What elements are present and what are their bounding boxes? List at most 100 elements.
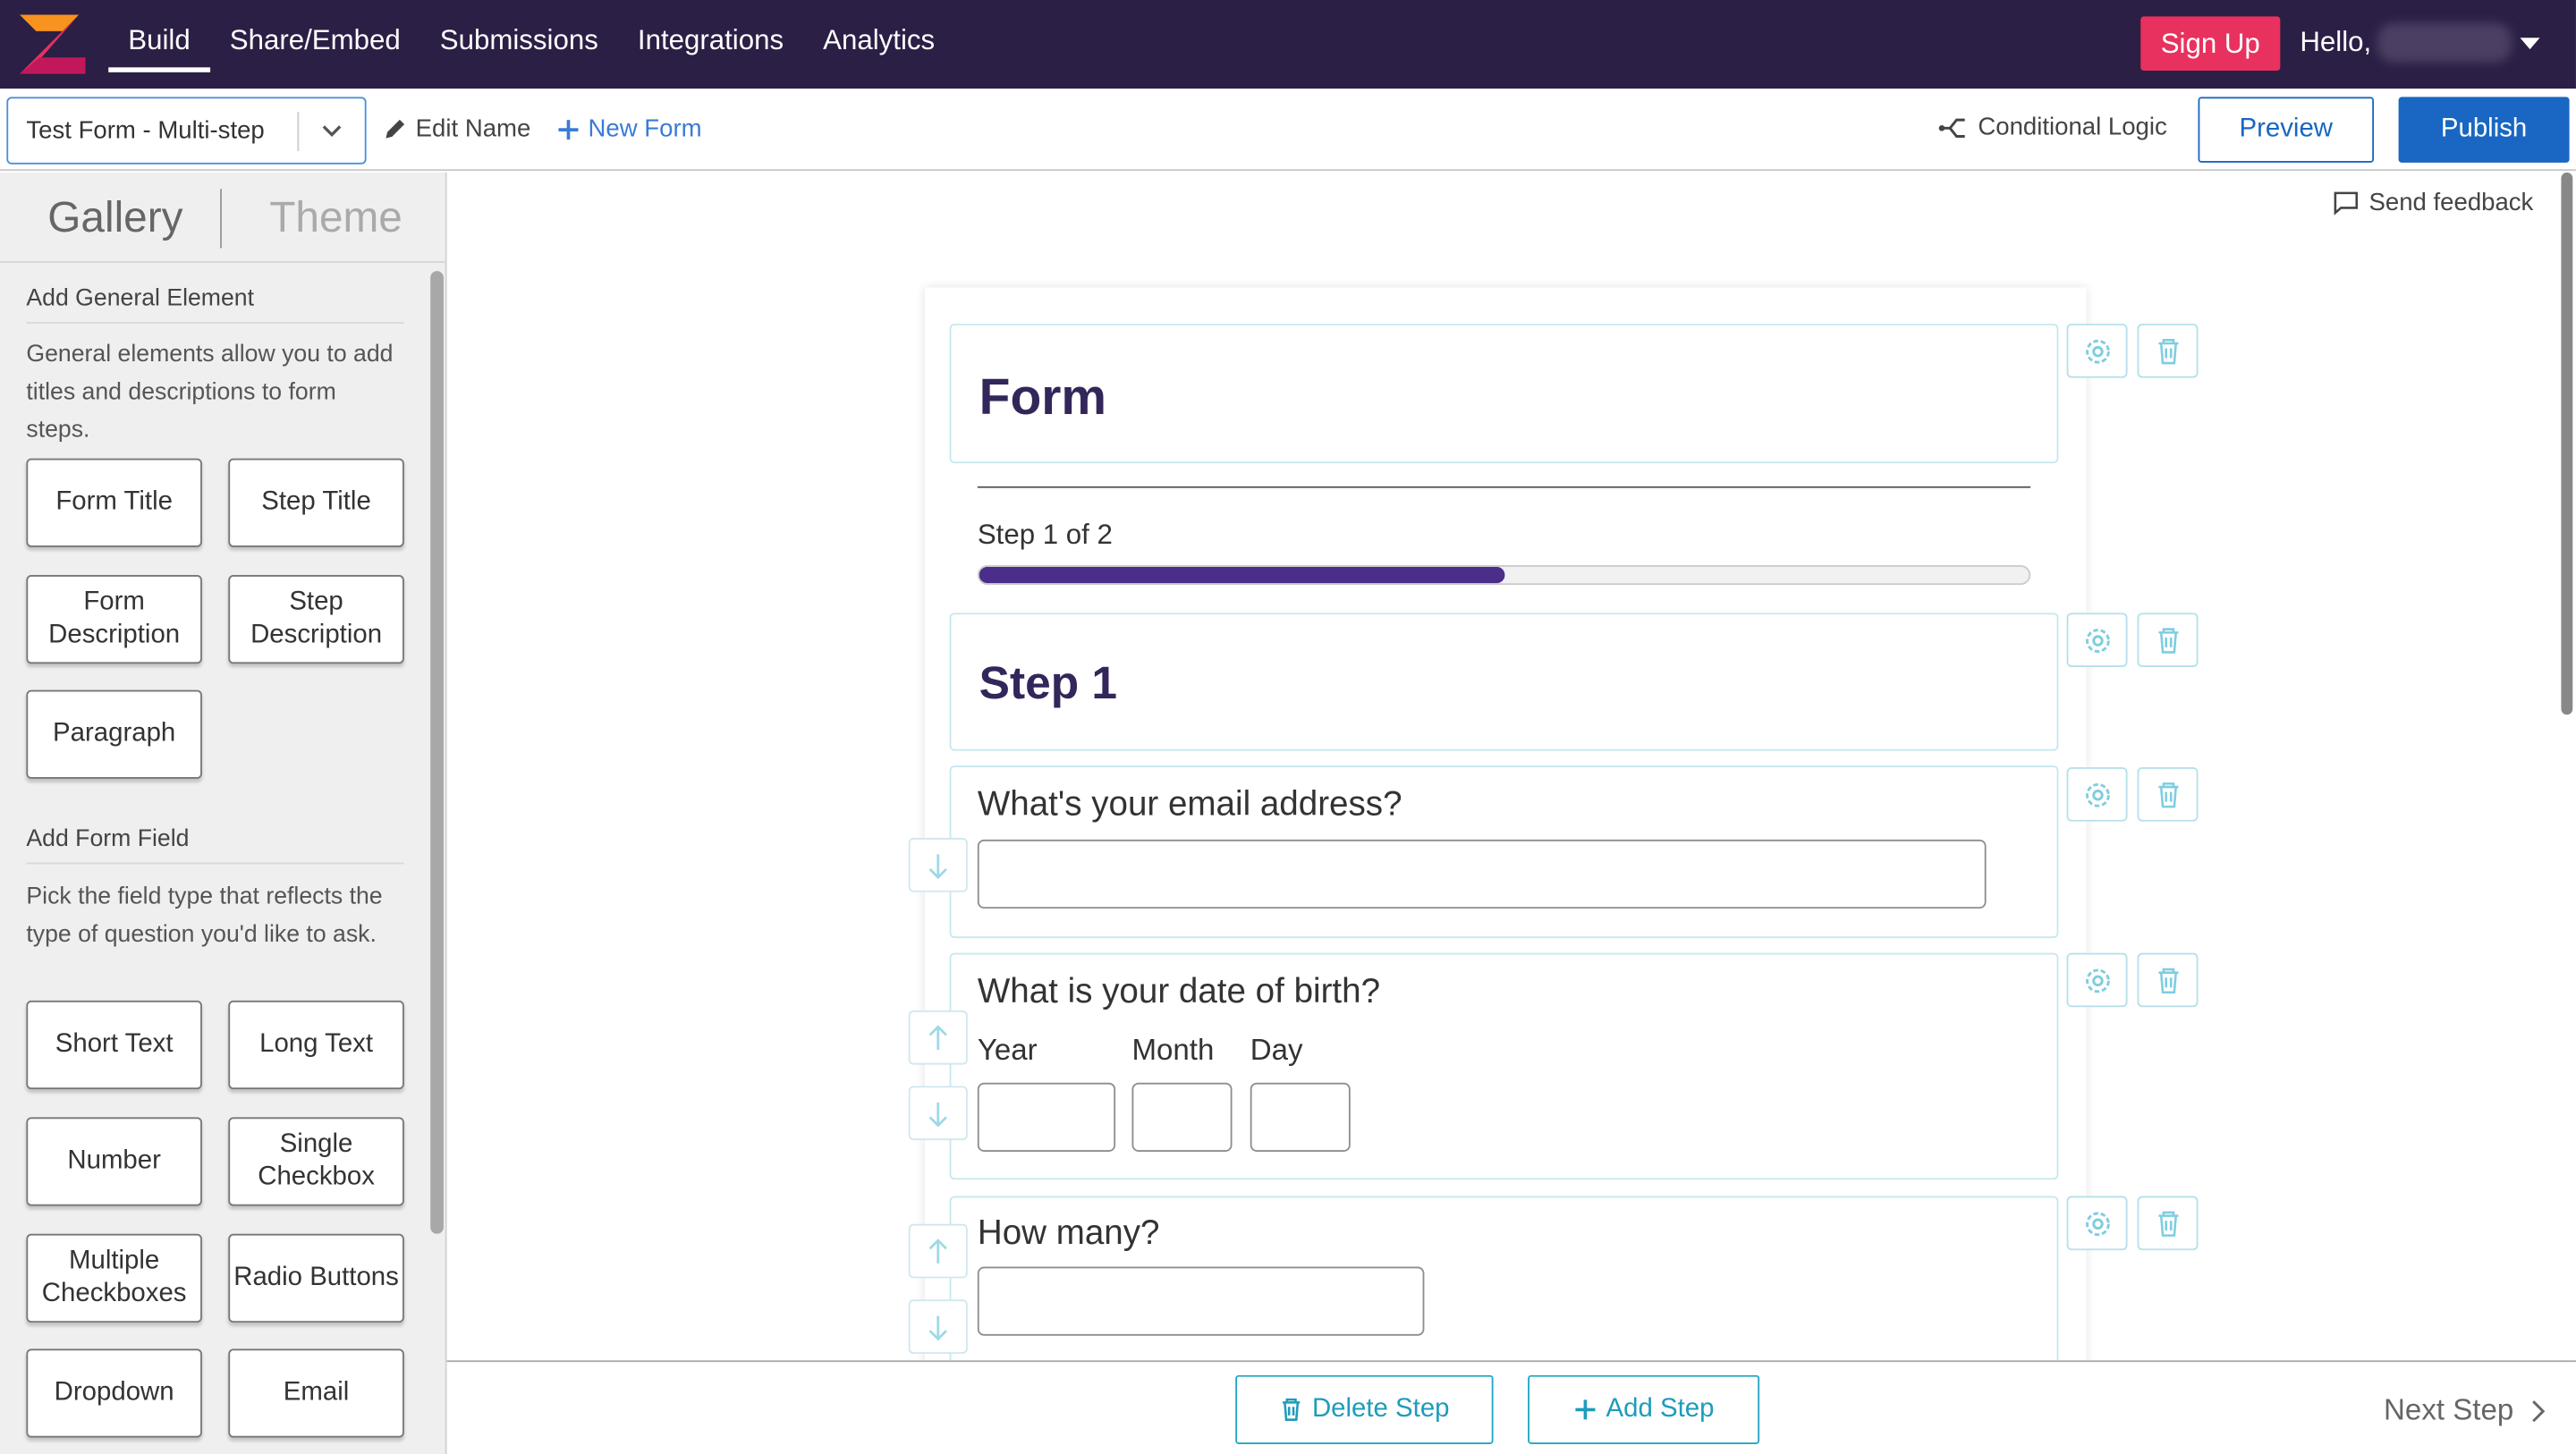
plus-icon — [558, 119, 579, 139]
add-form-description-button[interactable]: Form Description — [26, 575, 202, 664]
dob-move-up-button[interactable] — [908, 1010, 968, 1065]
arrow-up-icon — [928, 1024, 947, 1050]
dob-move-down-button[interactable] — [908, 1086, 968, 1141]
trash-icon — [2157, 1210, 2178, 1237]
email-field[interactable] — [977, 839, 1987, 909]
tab-theme[interactable]: Theme — [269, 192, 402, 243]
add-form-title-button[interactable]: Form Title — [26, 458, 202, 547]
canvas-scrollbar[interactable] — [2561, 172, 2573, 715]
add-paragraph-button[interactable]: Paragraph — [26, 689, 202, 779]
delete-step-button[interactable]: Delete Step — [1235, 1374, 1494, 1444]
gear-icon — [2085, 968, 2109, 993]
conditional-logic-button[interactable]: Conditional Logic — [1938, 114, 2167, 141]
form-title-settings-button[interactable] — [2066, 323, 2128, 378]
chevron-down-icon[interactable] — [318, 116, 344, 142]
question-block-dob[interactable]: What is your date of birth? Year Month D… — [949, 952, 2059, 1180]
trash-icon — [2157, 627, 2178, 653]
form-selector-divider — [297, 111, 300, 152]
month-label: Month — [1131, 1033, 1215, 1067]
form-title: Form — [979, 368, 1107, 426]
progress-bar — [977, 565, 2031, 586]
trash-icon — [2157, 967, 2178, 993]
arrow-down-icon — [928, 1315, 947, 1340]
add-short-text-button[interactable]: Short Text — [26, 1000, 202, 1090]
number-move-down-button[interactable] — [908, 1299, 968, 1354]
progress-divider — [977, 486, 2031, 488]
add-dropdown-button[interactable]: Dropdown — [26, 1348, 202, 1438]
tab-gallery[interactable]: Gallery — [47, 192, 182, 243]
gear-icon — [2085, 338, 2109, 363]
plus-icon — [1574, 1399, 1595, 1420]
general-section-title: Add General Element — [26, 286, 404, 324]
sidebar-scrollbar[interactable] — [430, 271, 444, 1234]
email-move-down-button[interactable] — [908, 838, 968, 892]
next-step-button[interactable]: Next Step — [2384, 1393, 2546, 1428]
year-label: Year — [977, 1033, 1038, 1067]
question-block-number[interactable]: How many? — [949, 1196, 2059, 1361]
pencil-icon — [386, 119, 405, 139]
add-long-text-button[interactable]: Long Text — [228, 1000, 404, 1090]
hello-label: Hello, — [2300, 26, 2372, 58]
new-form-button[interactable]: New Form — [557, 115, 702, 143]
step-title-delete-button[interactable] — [2137, 613, 2199, 667]
form-selector[interactable]: Test Form - Multi-step — [6, 97, 367, 165]
gear-icon — [2085, 782, 2109, 807]
main-nav: Build Share/Embed Submissions Integratio… — [108, 0, 954, 89]
nav-analytics[interactable]: Analytics — [803, 0, 954, 72]
add-email-button[interactable]: Email — [228, 1348, 404, 1438]
publish-button[interactable]: Publish — [2398, 97, 2570, 163]
form-title-block[interactable]: Form — [949, 323, 2059, 464]
add-step-title-button[interactable]: Step Title — [228, 458, 404, 547]
year-field[interactable] — [977, 1082, 1116, 1152]
email-question-settings-button[interactable] — [2066, 767, 2128, 822]
email-question-delete-button[interactable] — [2137, 767, 2199, 822]
nav-share-embed[interactable]: Share/Embed — [210, 0, 420, 72]
day-field[interactable] — [1250, 1082, 1351, 1152]
dob-question-settings-button[interactable] — [2066, 952, 2128, 1008]
add-step-label: Add Step — [1606, 1394, 1715, 1424]
number-move-up-button[interactable] — [908, 1223, 968, 1279]
form-canvas: Send feedback Form Step 1 of 2 Step 1 Wh… — [446, 172, 2576, 1361]
nav-submissions[interactable]: Submissions — [420, 0, 618, 72]
add-radio-buttons-button[interactable]: Radio Buttons — [228, 1233, 404, 1323]
trash-icon — [2157, 782, 2178, 807]
logo-icon[interactable] — [16, 8, 89, 80]
trash-icon — [1282, 1398, 1300, 1421]
number-field[interactable] — [977, 1266, 1425, 1336]
dob-question-delete-button[interactable] — [2137, 952, 2199, 1008]
next-step-label: Next Step — [2384, 1393, 2514, 1426]
question-block-email[interactable]: What's your email address? — [949, 765, 2059, 939]
progress-label: Step 1 of 2 — [977, 519, 1113, 551]
fields-section-description: Pick the field type that reflects the ty… — [26, 883, 383, 949]
step-title-settings-button[interactable] — [2066, 613, 2128, 667]
number-question-settings-button[interactable] — [2066, 1196, 2128, 1251]
month-field[interactable] — [1131, 1082, 1233, 1152]
gear-icon — [2085, 628, 2109, 653]
arrow-down-icon — [928, 1101, 947, 1127]
signup-button[interactable]: Sign Up — [2140, 16, 2281, 72]
sidebar-content: Add General Element General elements all… — [0, 265, 430, 1454]
send-feedback-label: Send feedback — [2368, 189, 2534, 217]
branch-icon — [1938, 117, 1965, 138]
add-step-button[interactable]: Add Step — [1528, 1374, 1760, 1444]
top-navbar: Build Share/Embed Submissions Integratio… — [0, 0, 2576, 89]
add-number-button[interactable]: Number — [26, 1117, 202, 1206]
step-title-block[interactable]: Step 1 — [949, 613, 2059, 751]
preview-button[interactable]: Preview — [2198, 97, 2375, 163]
question-label: How many? — [977, 1213, 1160, 1253]
nav-integrations[interactable]: Integrations — [618, 0, 803, 72]
caret-down-icon[interactable] — [2520, 38, 2540, 50]
add-single-checkbox-button[interactable]: Single Checkbox — [228, 1117, 404, 1206]
form-title-delete-button[interactable] — [2137, 323, 2199, 378]
number-question-delete-button[interactable] — [2137, 1196, 2199, 1251]
nav-build[interactable]: Build — [108, 0, 210, 72]
comment-icon — [2334, 191, 2359, 216]
add-step-description-button[interactable]: Step Description — [228, 575, 404, 664]
add-multiple-checkboxes-button[interactable]: Multiple Checkboxes — [26, 1233, 202, 1323]
question-label: What is your date of birth? — [977, 972, 1381, 1010]
edit-name-button[interactable]: Edit Name — [383, 115, 530, 143]
blurred-username[interactable] — [2377, 22, 2512, 63]
fields-section-title: Add Form Field — [26, 826, 404, 865]
send-feedback-link[interactable]: Send feedback — [2333, 189, 2534, 217]
element-sidebar: Gallery Theme Add General Element Genera… — [0, 172, 447, 1454]
